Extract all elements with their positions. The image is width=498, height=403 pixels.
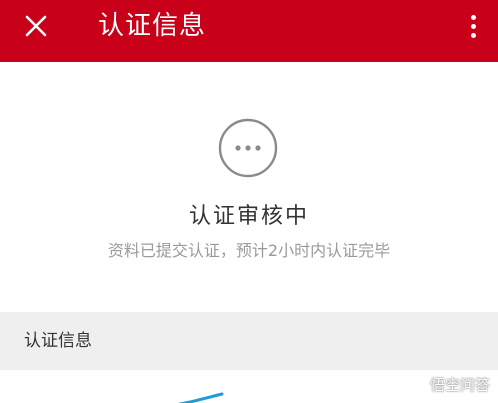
page-title: 认证信息	[98, 11, 207, 41]
close-icon	[25, 15, 47, 37]
status-title: 认证审核中	[188, 204, 309, 229]
status-description: 资料已提交认证，预计2小时内认证完毕	[107, 241, 391, 260]
pending-dots-icon	[218, 118, 278, 178]
close-button[interactable]	[16, 6, 56, 46]
partial-logo-graphic	[178, 392, 224, 403]
chat-bubble-icon	[405, 375, 423, 394]
section-header: 认证信息	[0, 312, 498, 370]
watermark-text: 悟空问答	[429, 376, 490, 394]
app-bar: 认证信息	[0, 0, 498, 62]
section-header-label: 认证信息	[24, 331, 92, 351]
more-vert-icon	[470, 14, 476, 20]
review-status-section: 认证审核中 资料已提交认证，预计2小时内认证完毕	[0, 62, 498, 312]
verification-screen: 认证信息 认证审核中 资料已提交认证，预计2小时内认证完毕 认证信息 悟空问答	[0, 0, 498, 403]
more-options-button[interactable]	[462, 6, 484, 46]
watermark: 悟空问答	[404, 374, 490, 395]
verification-info-content: 悟空问答	[0, 370, 498, 403]
